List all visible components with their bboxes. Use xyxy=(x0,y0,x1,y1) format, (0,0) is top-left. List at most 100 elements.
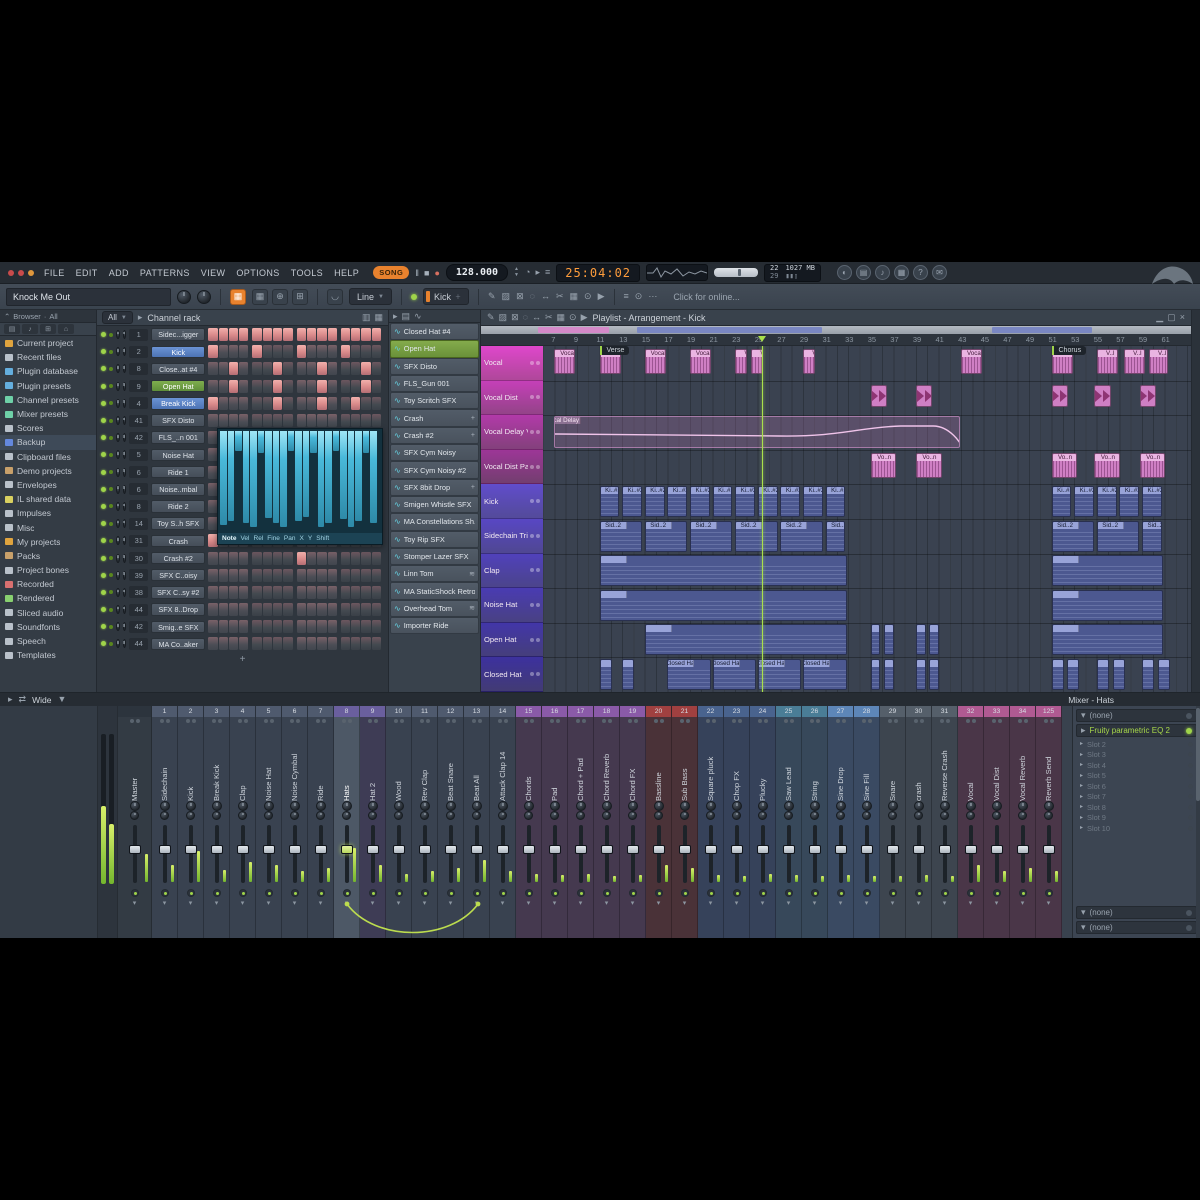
step-cell[interactable] xyxy=(252,637,261,650)
playlist-track-header-vocal-dist-pan[interactable]: Vocal Dist Pan xyxy=(481,450,543,485)
channel-button[interactable]: Ride 1 xyxy=(151,466,205,479)
strip-fader[interactable] xyxy=(646,823,671,885)
step-cell[interactable] xyxy=(263,603,272,616)
strip-route-arrow[interactable]: ▾ xyxy=(891,899,895,907)
step-cell[interactable] xyxy=(317,397,326,410)
fader-handle[interactable] xyxy=(549,845,561,854)
step-cell[interactable] xyxy=(263,569,272,582)
channel-mixer-number[interactable]: 14 xyxy=(129,518,148,530)
channel-enable-led[interactable] xyxy=(101,401,106,406)
channel-button[interactable]: Noise Hat xyxy=(151,449,205,462)
mixer-strip-plucky[interactable]: 24Plucky▾ xyxy=(750,706,776,938)
graph-bar[interactable] xyxy=(355,431,362,521)
channel-button[interactable]: Smig..e SFX xyxy=(151,621,205,634)
channel-enable-led[interactable] xyxy=(101,641,106,646)
playlist-clip-ki-2[interactable]: Ki..#2 xyxy=(1142,486,1162,517)
strip-pan-knob[interactable] xyxy=(784,801,794,811)
channel-pan-knob[interactable] xyxy=(116,519,120,528)
fader-handle[interactable] xyxy=(835,845,847,854)
browser-item-my-projects[interactable]: My projects xyxy=(0,535,96,549)
channel-mute-dot[interactable] xyxy=(109,350,113,354)
step-cell[interactable] xyxy=(351,552,360,565)
strip-route-arrow[interactable]: ▾ xyxy=(267,899,271,907)
strip-route-arrow[interactable]: ▾ xyxy=(215,899,219,907)
step-cell[interactable] xyxy=(307,552,316,565)
browser-item-il-shared-data[interactable]: IL shared data xyxy=(0,492,96,506)
maximize-icon[interactable]: ▢ xyxy=(1167,313,1176,322)
playlist-clip-sid-2[interactable]: Sid..2 xyxy=(600,521,643,552)
strip-sep-knob[interactable] xyxy=(966,811,975,820)
strip-route-arrow[interactable]: ▾ xyxy=(683,899,687,907)
strip-route-arrow[interactable]: ▾ xyxy=(839,899,843,907)
channel-pan-knob[interactable] xyxy=(116,330,120,339)
track-icon-b[interactable] xyxy=(536,395,540,399)
instrument-extra-icon[interactable]: ≋ xyxy=(469,570,475,578)
instrument-item[interactable]: ∿Open Hat xyxy=(390,340,479,357)
playlist-clip-ki-2[interactable]: Ki..#2 xyxy=(1074,486,1094,517)
step-cell[interactable] xyxy=(252,380,261,393)
strip-route-arrow[interactable]: ▾ xyxy=(293,899,297,907)
main-pitch-knob[interactable] xyxy=(197,290,211,304)
browser-item-envelopes[interactable]: Envelopes xyxy=(0,478,96,492)
channel-button[interactable]: Kick xyxy=(151,346,205,359)
pause-icon[interactable]: ‖ xyxy=(415,268,419,278)
step-cell[interactable] xyxy=(273,603,282,616)
slip-tool-icon[interactable]: ↔ xyxy=(532,313,541,322)
step-cell[interactable] xyxy=(341,586,350,599)
channel-enable-led[interactable] xyxy=(101,435,106,440)
master-volume-slider[interactable] xyxy=(714,268,758,277)
strip-pan-knob[interactable] xyxy=(680,801,690,811)
overdub-icon[interactable]: ≡ xyxy=(545,268,550,277)
mixer-view-label[interactable]: Wide xyxy=(32,695,51,705)
dock-preset-selector[interactable]: ▾(none) xyxy=(1076,709,1197,722)
step-cell[interactable] xyxy=(328,414,337,427)
strip-route-arrow[interactable]: ▾ xyxy=(475,899,479,907)
strip-pan-knob[interactable] xyxy=(420,801,430,811)
strip-sep-knob[interactable] xyxy=(888,811,897,820)
strip-mute-led[interactable] xyxy=(837,889,845,897)
fader-handle[interactable] xyxy=(315,845,327,854)
step-cell[interactable] xyxy=(273,637,282,650)
channel-volume-knob[interactable] xyxy=(123,554,127,563)
graph-mode-rel[interactable]: Rel xyxy=(254,535,264,542)
channel-button[interactable]: SFX C..sy #2 xyxy=(151,586,205,599)
strip-pan-knob[interactable] xyxy=(446,801,456,811)
step-cell[interactable] xyxy=(297,552,306,565)
strip-pan-knob[interactable] xyxy=(238,801,248,811)
step-cell[interactable] xyxy=(307,586,316,599)
playlist-clip-v-l[interactable]: V..l xyxy=(751,349,763,374)
strip-sep-knob[interactable] xyxy=(238,811,247,820)
playlist-clip-ki-2[interactable]: Ki..#2 xyxy=(690,486,710,517)
strip-mute-led[interactable] xyxy=(1019,889,1027,897)
fx-slot-10[interactable]: ▸Slot 10 xyxy=(1076,823,1197,834)
playlist-clip-sid-2[interactable]: Sid..2 xyxy=(690,521,733,552)
strip-pan-knob[interactable] xyxy=(264,801,274,811)
channel-button[interactable]: Close..at #4 xyxy=(151,363,205,376)
strip-mute-led[interactable] xyxy=(681,889,689,897)
channel-volume-knob[interactable] xyxy=(123,416,127,425)
channel-volume-knob[interactable] xyxy=(123,364,127,373)
pattern-selector[interactable]: Kick＋ xyxy=(423,288,469,305)
graph-bar[interactable] xyxy=(318,431,325,527)
playlist-clip-closed-hat[interactable]: Closed Hat xyxy=(667,659,711,690)
playlist-clip-vocal[interactable]: Vocal xyxy=(690,349,711,374)
step-cell[interactable] xyxy=(219,414,228,427)
online-hint[interactable]: Click for online... xyxy=(673,292,740,302)
mixer-strip-bassline[interactable]: 20Bassline▾ xyxy=(646,706,672,938)
graph-bar[interactable] xyxy=(280,431,287,527)
step-cell[interactable] xyxy=(351,414,360,427)
fader-handle[interactable] xyxy=(627,845,639,854)
strip-pan-knob[interactable] xyxy=(706,801,716,811)
playlist-track-header-vocal-delay-vol[interactable]: Vocal Delay Vol xyxy=(481,415,543,450)
channel-pan-knob[interactable] xyxy=(116,416,120,425)
graph-bar[interactable] xyxy=(220,431,227,525)
channel-mute-dot[interactable] xyxy=(109,504,113,508)
channel-enable-led[interactable] xyxy=(101,418,106,423)
step-cell[interactable] xyxy=(252,586,261,599)
track-icon-a[interactable] xyxy=(530,534,534,538)
strip-sep-knob[interactable] xyxy=(862,811,871,820)
strip-sep-knob[interactable] xyxy=(680,811,689,820)
channel-enable-led[interactable] xyxy=(101,590,106,595)
step-cell[interactable] xyxy=(273,414,282,427)
strip-route-arrow[interactable]: ▾ xyxy=(397,899,401,907)
